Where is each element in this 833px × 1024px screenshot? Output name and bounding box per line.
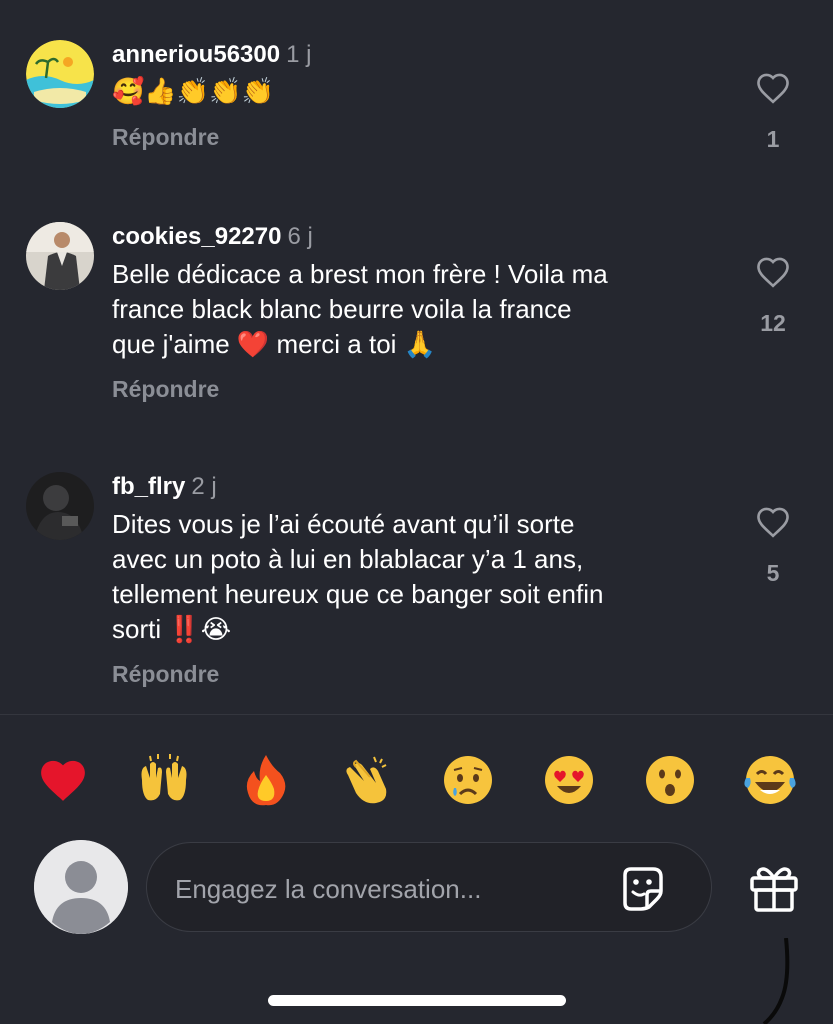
surprised-face-icon xyxy=(646,756,694,804)
fire-icon xyxy=(246,755,286,806)
heart-eyes-icon xyxy=(545,756,593,804)
quick-reactions-bar xyxy=(0,750,833,810)
like-control: 5 xyxy=(748,506,798,587)
comment-text: 🥰👍👏👏👏 xyxy=(112,77,274,107)
raising-hands-icon xyxy=(141,754,187,801)
comment-username[interactable]: fb_flry xyxy=(112,473,185,500)
comment-text: Dites vous je l’ai écouté avant qu’il so… xyxy=(112,509,604,644)
comment-username[interactable]: anneriou56300 xyxy=(112,41,280,68)
my-avatar[interactable] xyxy=(34,840,128,934)
gift-icon[interactable] xyxy=(748,862,800,914)
comment-text: Belle dédicace a brest mon frère ! Voila… xyxy=(112,259,608,359)
reply-button[interactable]: Répondre xyxy=(112,661,712,688)
home-indicator[interactable] xyxy=(268,995,566,1006)
red-heart-icon xyxy=(41,760,85,801)
like-count: 12 xyxy=(760,310,786,336)
like-control: 1 xyxy=(748,72,798,153)
person-photo-avatar-image xyxy=(26,222,94,290)
reaction-laughing[interactable] xyxy=(740,750,800,810)
heart-outline-icon[interactable] xyxy=(755,256,791,288)
comment-composer xyxy=(146,842,712,932)
user-avatar[interactable] xyxy=(26,472,94,540)
reaction-raising-hands[interactable] xyxy=(134,750,194,810)
reaction-clapping-hands[interactable] xyxy=(337,750,397,810)
heart-outline-icon[interactable] xyxy=(755,506,791,538)
reaction-surprised[interactable] xyxy=(640,750,700,810)
comment-time: 6 j xyxy=(287,223,313,250)
like-count: 1 xyxy=(766,126,780,152)
divider xyxy=(0,714,833,715)
sticker-icon[interactable] xyxy=(617,863,667,913)
like-control: 12 xyxy=(748,256,798,337)
reply-button[interactable]: Répondre xyxy=(112,124,712,151)
user-avatar[interactable] xyxy=(26,40,94,108)
reaction-heart[interactable] xyxy=(33,750,93,810)
edge-mark xyxy=(762,938,790,1024)
like-count: 5 xyxy=(766,560,780,586)
dark-photo-avatar-image xyxy=(26,472,94,540)
reaction-sad-face[interactable] xyxy=(438,750,498,810)
comment-input[interactable] xyxy=(173,863,597,915)
reply-button[interactable]: Répondre xyxy=(112,376,712,403)
default-avatar-icon xyxy=(34,840,128,934)
comment-username[interactable]: cookies_92270 xyxy=(112,223,281,250)
user-avatar[interactable] xyxy=(26,222,94,290)
reaction-heart-eyes[interactable] xyxy=(539,750,599,810)
comment-time: 2 j xyxy=(191,473,217,500)
tears-of-joy-icon xyxy=(744,756,796,804)
comments-screen: anneriou56300 1 j 🥰👍👏👏👏 Répondre 1 cooki… xyxy=(0,0,833,1024)
clapping-hands-icon xyxy=(346,756,387,804)
heart-outline-icon[interactable] xyxy=(755,72,791,104)
beach-avatar-image xyxy=(26,40,94,108)
comment-time: 1 j xyxy=(286,41,312,68)
crying-face-icon xyxy=(444,756,492,804)
reaction-fire[interactable] xyxy=(236,750,296,810)
